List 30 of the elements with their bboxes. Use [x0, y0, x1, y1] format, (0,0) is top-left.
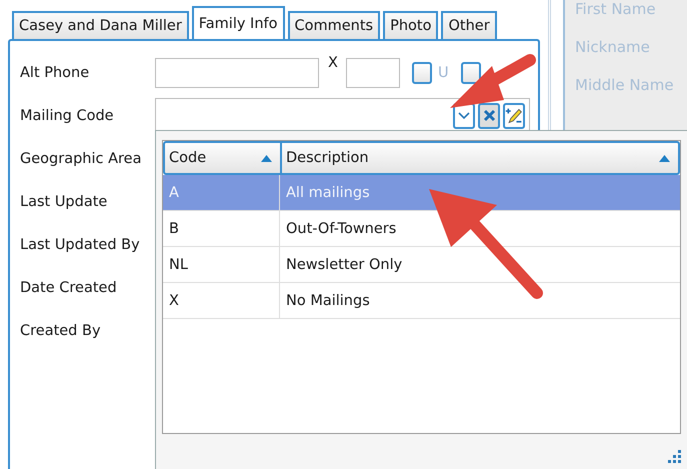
extension-field[interactable] [346, 58, 400, 88]
field-label: Last Updated By [20, 236, 141, 252]
tab[interactable]: Casey and Dana Miller [12, 11, 189, 39]
table-row[interactable]: NL Newsletter Only [163, 247, 680, 283]
field-label: Geographic Area [20, 150, 142, 166]
close-icon [482, 109, 496, 122]
table-row[interactable]: X No Mailings [163, 283, 680, 319]
checkbox[interactable] [460, 62, 481, 84]
field-label: Middle Name [575, 76, 675, 94]
tab[interactable]: Family Info [192, 6, 284, 39]
resize-grip-icon [668, 450, 682, 464]
tab[interactable]: Other [441, 11, 497, 39]
field-label: Alt Phone [20, 64, 90, 80]
checkbox[interactable] [412, 62, 432, 84]
field-label: Last Update [20, 194, 108, 210]
phone-field[interactable] [155, 58, 319, 88]
field-label: First Name [575, 0, 657, 18]
field-label: Date Created [20, 280, 118, 296]
field-label: Created By [20, 322, 102, 338]
clear-button[interactable] [478, 102, 500, 128]
tab[interactable]: Photo [383, 11, 438, 39]
field-label: Mailing Code [20, 108, 115, 124]
tab[interactable]: Comments [288, 11, 380, 39]
column-header[interactable]: Code [165, 143, 282, 173]
field-label: Nickname [575, 38, 651, 56]
checkbox-label: U [438, 64, 449, 80]
chevron-down-icon [458, 112, 470, 120]
extension-label: X [328, 55, 338, 71]
column-header[interactable]: Description [282, 143, 678, 173]
edit-button[interactable] [503, 102, 525, 128]
